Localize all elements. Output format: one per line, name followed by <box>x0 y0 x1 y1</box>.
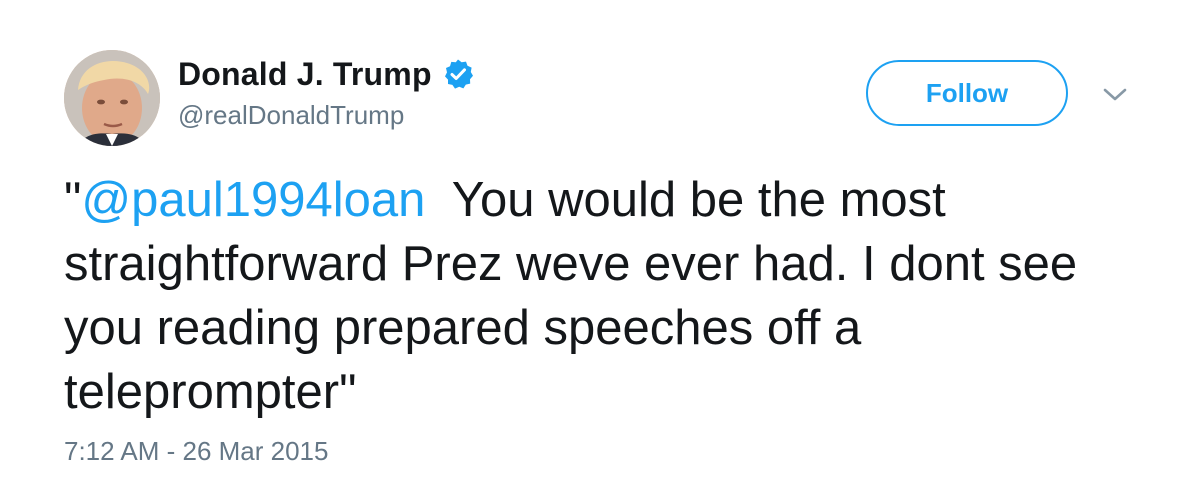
tweet-card: Donald J. Trump @realDonaldTrump Follow … <box>0 0 1200 488</box>
avatar[interactable] <box>64 50 160 146</box>
timestamp[interactable]: 7:12 AM - 26 Mar 2015 <box>64 436 328 467</box>
verified-badge-icon <box>442 58 474 90</box>
follow-button[interactable]: Follow <box>866 60 1068 126</box>
display-name[interactable]: Donald J. Trump <box>178 56 432 93</box>
chevron-down-icon <box>1103 88 1127 101</box>
mention-link[interactable]: @paul1994loan <box>81 173 425 227</box>
open-quote: " <box>64 173 82 227</box>
tweet-text: "@paul1994loan You would be the most str… <box>64 168 1144 424</box>
avatar-image <box>64 50 160 146</box>
user-handle[interactable]: @realDonaldTrump <box>178 100 474 131</box>
name-row: Donald J. Trump <box>178 54 474 94</box>
author-block: Donald J. Trump @realDonaldTrump <box>178 54 474 131</box>
more-options-button[interactable] <box>1098 80 1132 110</box>
